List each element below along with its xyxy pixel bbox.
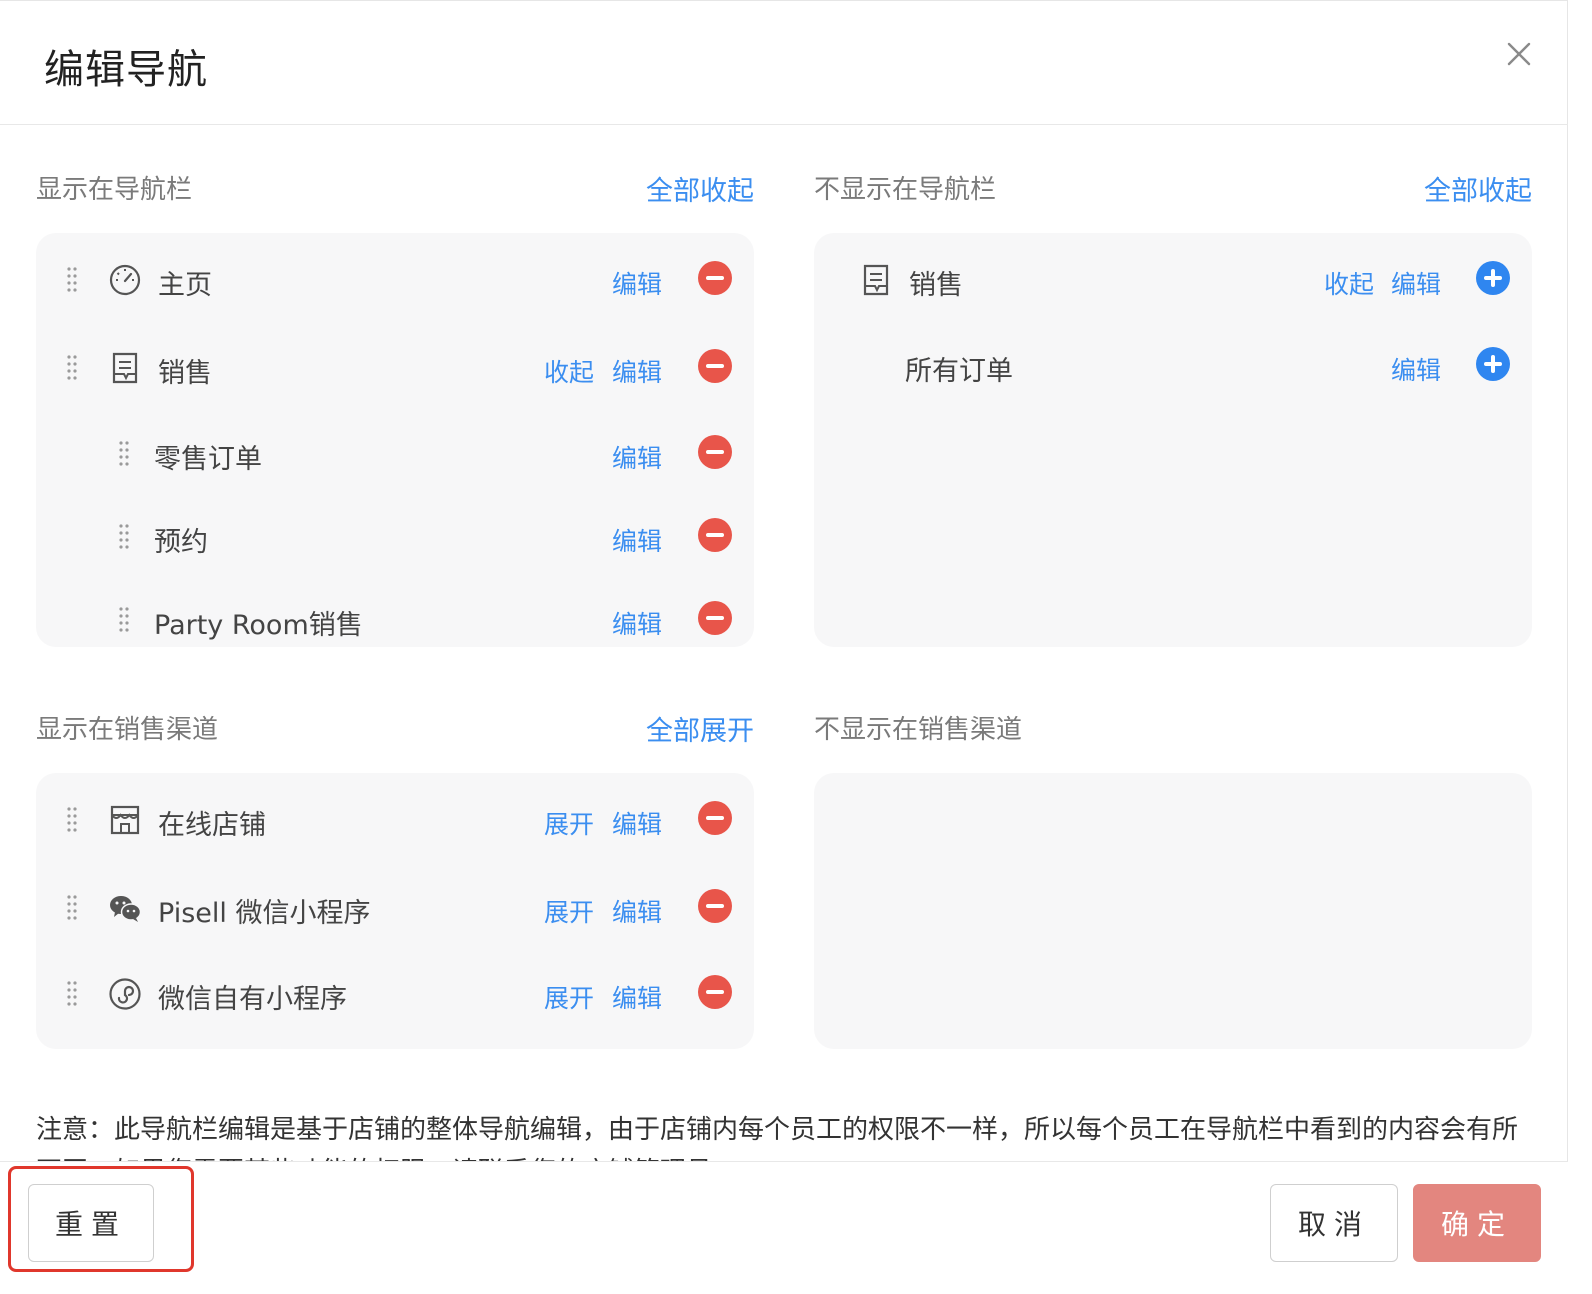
edit-link[interactable]: 编辑 xyxy=(612,353,662,389)
document-icon xyxy=(863,264,889,296)
channel-hidden-panel xyxy=(814,773,1532,1049)
item-label: 预约 xyxy=(154,527,208,558)
expand-link[interactable]: 展开 xyxy=(544,893,594,929)
item-label: 零售订单 xyxy=(154,444,262,475)
list-item[interactable]: 零售订单 编辑 xyxy=(36,425,754,485)
list-item[interactable]: 所有订单 编辑 xyxy=(814,337,1532,397)
drag-handle-icon[interactable] xyxy=(118,440,130,466)
edit-link[interactable]: 编辑 xyxy=(612,805,662,841)
list-item[interactable]: 微信自有小程序 展开 编辑 xyxy=(36,965,754,1025)
item-label: 在线店铺 xyxy=(158,810,266,841)
edit-link[interactable]: 编辑 xyxy=(612,522,662,558)
remove-button[interactable] xyxy=(698,889,732,923)
remove-button[interactable] xyxy=(698,601,732,635)
drag-handle-icon[interactable] xyxy=(66,980,78,1006)
drag-handle-icon[interactable] xyxy=(66,354,78,380)
remove-button[interactable] xyxy=(698,518,732,552)
drag-handle-icon[interactable] xyxy=(118,523,130,549)
edit-link[interactable]: 编辑 xyxy=(1391,265,1441,301)
collapse-link[interactable]: 收起 xyxy=(544,353,594,389)
item-label: 主页 xyxy=(158,270,212,301)
list-item[interactable]: 销售 收起 编辑 xyxy=(814,251,1532,311)
edit-link[interactable]: 编辑 xyxy=(612,893,662,929)
remove-button[interactable] xyxy=(698,261,732,295)
document-icon xyxy=(112,352,138,384)
channel-shown-expand-all[interactable]: 全部展开 xyxy=(600,709,754,748)
item-label: 销售 xyxy=(158,358,212,389)
channel-hidden-label: 不显示在销售渠道 xyxy=(814,715,1023,745)
item-label: 所有订单 xyxy=(905,356,1013,387)
nav-hidden-collapse-all[interactable]: 全部收起 xyxy=(1378,169,1532,208)
edit-nav-dialog: 编辑导航 显示在导航栏 全部收起 主页 编辑 销售 收起 编辑 零售订单 编辑 … xyxy=(0,0,1568,1294)
edit-link[interactable]: 编辑 xyxy=(612,605,662,641)
dialog-header: 编辑导航 xyxy=(0,1,1568,125)
list-item[interactable]: 在线店铺 展开 编辑 xyxy=(36,791,754,851)
nav-shown-collapse-all[interactable]: 全部收起 xyxy=(600,169,754,208)
remove-button[interactable] xyxy=(698,801,732,835)
edit-link[interactable]: 编辑 xyxy=(612,439,662,475)
list-item[interactable]: Party Room销售 编辑 xyxy=(36,591,754,647)
dashboard-icon xyxy=(109,264,141,296)
nav-shown-panel: 主页 编辑 销售 收起 编辑 零售订单 编辑 预约 编辑 Party Room销… xyxy=(36,233,754,647)
expand-link[interactable]: 展开 xyxy=(544,805,594,841)
add-button[interactable] xyxy=(1476,347,1510,381)
item-label: 销售 xyxy=(909,270,963,301)
edit-link[interactable]: 编辑 xyxy=(612,979,662,1015)
channel-shown-panel: 在线店铺 展开 编辑 Pisell 微信小程序 展开 编辑 微信自有小程序 展开… xyxy=(36,773,754,1049)
add-button[interactable] xyxy=(1476,261,1510,295)
wechat-icon xyxy=(110,896,142,922)
channel-shown-label: 显示在销售渠道 xyxy=(36,715,219,745)
list-item[interactable]: Pisell 微信小程序 展开 编辑 xyxy=(36,879,754,939)
list-item[interactable]: 主页 编辑 xyxy=(36,251,754,311)
list-item[interactable]: 预约 编辑 xyxy=(36,508,754,568)
store-icon xyxy=(110,805,140,835)
drag-handle-icon[interactable] xyxy=(66,266,78,292)
drag-handle-icon[interactable] xyxy=(66,894,78,920)
item-label: Pisell 微信小程序 xyxy=(158,898,371,929)
nav-hidden-label: 不显示在导航栏 xyxy=(814,175,997,205)
nav-shown-label: 显示在导航栏 xyxy=(36,175,193,205)
remove-button[interactable] xyxy=(698,349,732,383)
drag-handle-icon[interactable] xyxy=(118,606,130,632)
confirm-button[interactable]: 确定 xyxy=(1413,1184,1541,1262)
list-item[interactable]: 销售 收起 编辑 xyxy=(36,339,754,399)
mini-program-icon xyxy=(109,978,141,1010)
edit-link[interactable]: 编辑 xyxy=(1391,351,1441,387)
cancel-button[interactable]: 取消 xyxy=(1270,1184,1398,1262)
expand-link[interactable]: 展开 xyxy=(544,979,594,1015)
note-text: 注意：此导航栏编辑是基于店铺的整体导航编辑，由于店铺内每个员工的权限不一样，所以… xyxy=(36,1115,1519,1161)
item-label: 微信自有小程序 xyxy=(158,984,347,1015)
remove-button[interactable] xyxy=(698,435,732,469)
drag-handle-icon[interactable] xyxy=(66,806,78,832)
nav-hidden-panel: 销售 收起 编辑 所有订单 编辑 xyxy=(814,233,1532,647)
reset-highlight-box xyxy=(8,1166,194,1272)
collapse-link[interactable]: 收起 xyxy=(1324,265,1374,301)
dialog-footer: 重置 取消 确定 xyxy=(0,1161,1568,1294)
dialog-title: 编辑导航 xyxy=(44,47,208,93)
close-icon[interactable] xyxy=(1500,35,1538,73)
edit-link[interactable]: 编辑 xyxy=(612,265,662,301)
item-label: Party Room销售 xyxy=(154,610,363,641)
remove-button[interactable] xyxy=(698,975,732,1009)
